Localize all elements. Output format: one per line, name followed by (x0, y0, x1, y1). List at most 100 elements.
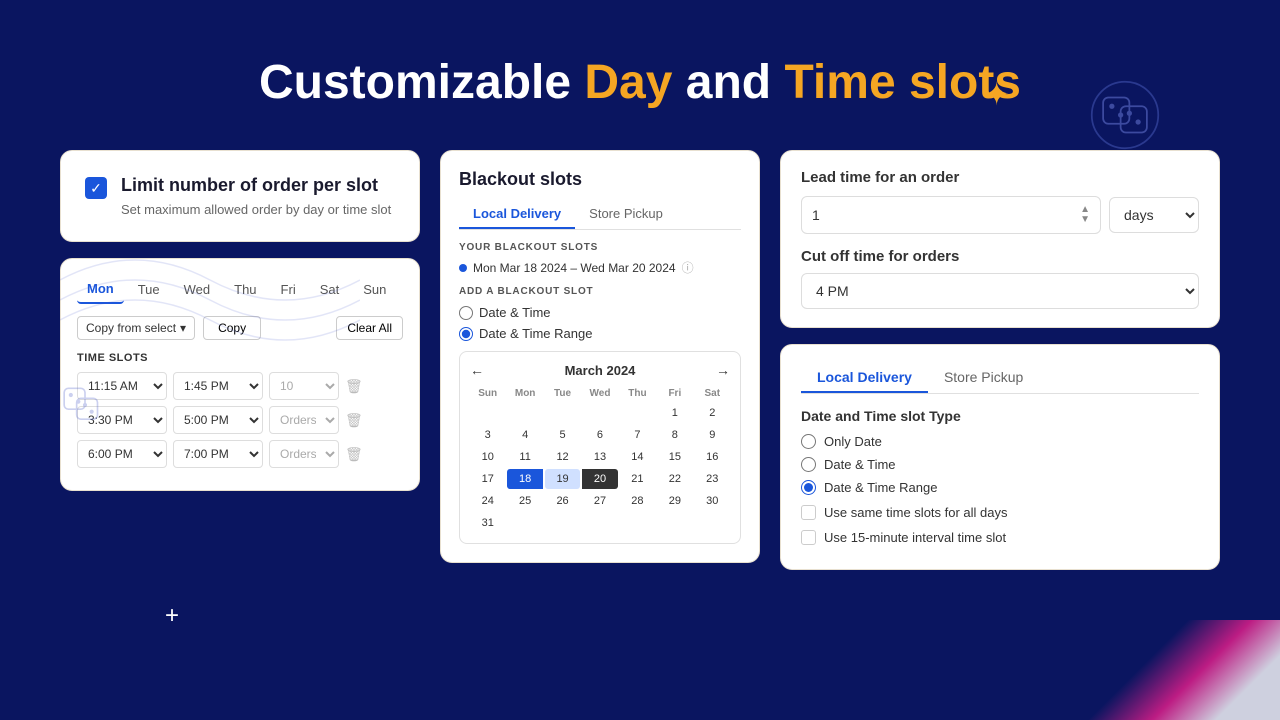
cal-day-20[interactable]: 20 (582, 469, 617, 489)
lead-number-value: 1 (812, 207, 820, 223)
radio-date-time-label: Date & Time (479, 305, 551, 320)
blackout-title: Blackout slots (459, 169, 741, 190)
cal-day-13[interactable]: 13 (582, 447, 617, 467)
title-start: Customizable (259, 56, 584, 109)
clear-all-button[interactable]: Clear All (336, 316, 403, 340)
cal-day-2[interactable]: 2 (695, 403, 730, 423)
day-tab-tue[interactable]: Tue (128, 276, 170, 303)
day-tab-sun[interactable]: Sun (353, 276, 396, 303)
slot-dot (459, 264, 467, 272)
radio-date-time-range-input[interactable] (459, 327, 473, 341)
delete-icon-3[interactable]: 🗑 (345, 446, 363, 463)
option-date-time-range-label: Date & Time Range (824, 480, 937, 495)
radio-date-time-range: Date & Time Range (459, 326, 741, 341)
cal-day-14[interactable]: 14 (620, 447, 655, 467)
cal-day-29[interactable]: 29 (657, 491, 692, 511)
slot-type-label: Date and Time slot Type (801, 408, 1199, 424)
cal-header-thu: Thu (620, 386, 655, 401)
radio-date-time-delivery[interactable] (801, 457, 816, 472)
option-date-time-label: Date & Time (824, 457, 896, 472)
orders-select-3[interactable]: Orders (269, 440, 339, 468)
day-tab-thu[interactable]: Thu (224, 276, 266, 303)
time-to-3[interactable]: 7:00 PM (173, 440, 263, 468)
cal-day-11[interactable]: 11 (507, 447, 542, 467)
cal-header-tue: Tue (545, 386, 580, 401)
cal-day-empty (507, 403, 542, 423)
days-select[interactable]: days (1109, 197, 1199, 233)
limit-order-card: ✓ Limit number of order per slot Set max… (60, 150, 420, 242)
cal-day-9[interactable]: 9 (695, 425, 730, 445)
cal-day-7[interactable]: 7 (620, 425, 655, 445)
cal-day-5[interactable]: 5 (545, 425, 580, 445)
checkbox-same-slots: Use same time slots for all days (801, 505, 1199, 520)
cal-day-28[interactable]: 28 (620, 491, 655, 511)
cal-day-25[interactable]: 25 (507, 491, 542, 511)
add-blackout-label: ADD A BLACKOUT SLOT (459, 286, 741, 297)
days-row: Mon Tue Wed Thu Fri Sat Sun (77, 275, 403, 304)
cal-day-30[interactable]: 30 (695, 491, 730, 511)
cal-day-19[interactable]: 19 (545, 469, 580, 489)
slot-date: Mon Mar 18 2024 – Wed Mar 20 2024 (473, 261, 676, 275)
cal-day-4[interactable]: 4 (507, 425, 542, 445)
option-date-time-range: Date & Time Range (801, 480, 1199, 495)
cal-day-24[interactable]: 24 (470, 491, 505, 511)
cal-day-3[interactable]: 3 (470, 425, 505, 445)
delete-icon-1[interactable]: 🗑 (345, 378, 363, 395)
day-tab-wed[interactable]: Wed (174, 276, 221, 303)
day-tab-mon[interactable]: Mon (77, 275, 124, 304)
title-time: Time slots (784, 56, 1021, 109)
limit-order-checkbox[interactable]: ✓ (85, 177, 107, 199)
copy-row: Copy from select ▾ Copy Clear All (77, 316, 403, 340)
time-row-2: 3:30 PM 5:00 PM Orders 🗑 (77, 406, 403, 434)
cal-prev-icon[interactable]: ← (470, 362, 484, 378)
tab-store-pickup[interactable]: Store Pickup (575, 200, 677, 229)
time-from-3[interactable]: 6:00 PM (77, 440, 167, 468)
cal-day-27[interactable]: 27 (582, 491, 617, 511)
cal-day-23[interactable]: 23 (695, 469, 730, 489)
cal-day-26[interactable]: 26 (545, 491, 580, 511)
cal-header-fri: Fri (657, 386, 692, 401)
day-tab-sat[interactable]: Sat (310, 276, 350, 303)
cal-day-8[interactable]: 8 (657, 425, 692, 445)
cal-day-10[interactable]: 10 (470, 447, 505, 467)
lead-time-label: Lead time for an order (801, 169, 1199, 186)
cal-day-31[interactable]: 31 (470, 513, 505, 533)
cal-day-21[interactable]: 21 (620, 469, 655, 489)
delivery-tabs: Local Delivery Store Pickup (801, 363, 1199, 394)
delivery-tab-local[interactable]: Local Delivery (801, 363, 928, 393)
checkbox-same-slots-input[interactable] (801, 505, 816, 520)
copy-button[interactable]: Copy (203, 316, 261, 340)
cal-day-6[interactable]: 6 (582, 425, 617, 445)
cal-day-1[interactable]: 1 (657, 403, 692, 423)
time-to-1[interactable]: 1:45 PM (173, 372, 263, 400)
time-from-1[interactable]: 11:15 AM (77, 372, 167, 400)
cal-day-18[interactable]: 18 (507, 469, 542, 489)
stepper-down[interactable]: ▼ (1080, 215, 1090, 225)
cal-day-15[interactable]: 15 (657, 447, 692, 467)
cutoff-select[interactable]: 4 PM (801, 273, 1199, 309)
limit-order-description: Set maximum allowed order by day or time… (121, 202, 391, 217)
cal-next-icon[interactable]: → (716, 362, 730, 378)
delete-icon-2[interactable]: 🗑 (345, 412, 363, 429)
tab-local-delivery[interactable]: Local Delivery (459, 200, 575, 229)
cal-day-17[interactable]: 17 (470, 469, 505, 489)
time-from-2[interactable]: 3:30 PM (77, 406, 167, 434)
orders-select-2[interactable]: Orders (269, 406, 339, 434)
cal-header-sun: Sun (470, 386, 505, 401)
radio-date-time-range-delivery[interactable] (801, 480, 816, 495)
orders-select-1[interactable]: 10 (269, 372, 339, 400)
option-only-date-label: Only Date (824, 434, 882, 449)
radio-only-date[interactable] (801, 434, 816, 449)
delivery-tab-pickup[interactable]: Store Pickup (928, 363, 1039, 393)
cal-day-22[interactable]: 22 (657, 469, 692, 489)
radio-date-time-input[interactable] (459, 306, 473, 320)
copy-from-select[interactable]: Copy from select ▾ (77, 316, 195, 340)
checkbox-15-min-input[interactable] (801, 530, 816, 545)
lead-number-container: 1 ▲ ▼ (801, 196, 1101, 234)
cal-day-16[interactable]: 16 (695, 447, 730, 467)
checkbox-15-min: Use 15-minute interval time slot (801, 530, 1199, 545)
cards-container: ✓ Limit number of order per slot Set max… (0, 150, 1280, 570)
time-to-2[interactable]: 5:00 PM (173, 406, 263, 434)
day-tab-fri[interactable]: Fri (271, 276, 306, 303)
cal-day-12[interactable]: 12 (545, 447, 580, 467)
